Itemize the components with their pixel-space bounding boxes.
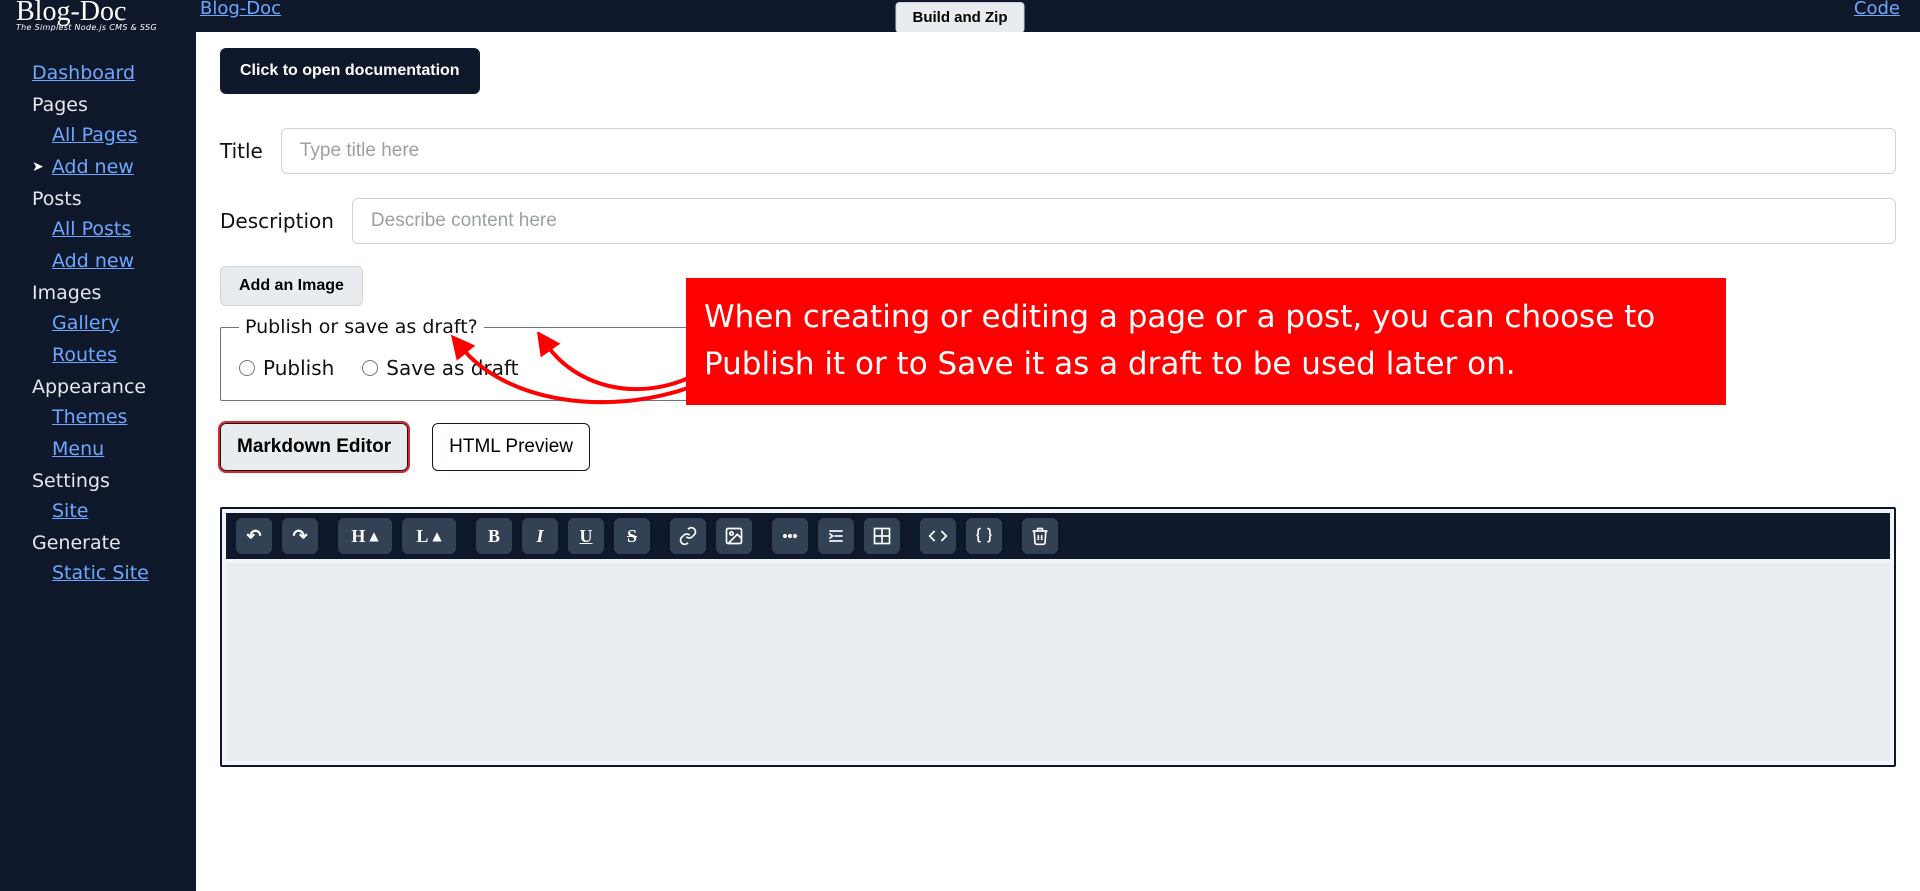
- sidebar-item-themes[interactable]: Themes: [52, 406, 127, 428]
- radio-draft-label[interactable]: Save as draft: [362, 356, 518, 380]
- editor-toolbar: ↶ ↷ H▲ L▲ B I U S: [226, 513, 1890, 559]
- strikethrough-icon[interactable]: S: [614, 518, 650, 554]
- sidebar-section-generate: Generate: [32, 532, 196, 554]
- sidebar-section-appearance: Appearance: [32, 376, 196, 398]
- sidebar-section-images: Images: [32, 282, 196, 304]
- description-input[interactable]: [352, 198, 1896, 244]
- code-icon[interactable]: [920, 518, 956, 554]
- heading-icon[interactable]: H▲: [338, 518, 392, 554]
- tab-markdown-editor[interactable]: Markdown Editor: [220, 423, 408, 471]
- lineheight-icon[interactable]: L▲: [402, 518, 456, 554]
- blogdoc-link[interactable]: Blog-Doc: [200, 0, 281, 19]
- sidebar-item-routes[interactable]: Routes: [52, 344, 117, 366]
- topbar-center: Build and Zip: [896, 2, 1025, 33]
- sidebar-item-gallery[interactable]: Gallery: [52, 312, 120, 334]
- sidebar-item-add-new-page[interactable]: Add new: [52, 156, 134, 178]
- bold-icon[interactable]: B: [476, 518, 512, 554]
- title-label: Title: [220, 139, 263, 163]
- sidebar-item-menu[interactable]: Menu: [52, 438, 104, 460]
- sidebar-section-settings: Settings: [32, 470, 196, 492]
- add-image-button[interactable]: Add an Image: [220, 266, 363, 306]
- sidebar-item-all-pages[interactable]: All Pages: [52, 124, 138, 146]
- underline-icon[interactable]: U: [568, 518, 604, 554]
- brand-logo: Blog-Doc The Simplest Node.js CMS & SSG: [16, 0, 157, 32]
- editor: ↶ ↷ H▲ L▲ B I U S: [220, 507, 1896, 767]
- radio-draft[interactable]: [362, 360, 378, 376]
- image-icon[interactable]: [716, 518, 752, 554]
- sidebar-item-dashboard[interactable]: Dashboard: [32, 62, 135, 84]
- redo-icon[interactable]: ↷: [282, 518, 318, 554]
- sidebar-item-all-posts[interactable]: All Posts: [52, 218, 131, 240]
- radio-publish[interactable]: [239, 360, 255, 376]
- italic-icon[interactable]: I: [522, 518, 558, 554]
- radio-publish-label[interactable]: Publish: [239, 356, 334, 380]
- sidebar-item-add-new-page-row: ➤ Add new: [32, 156, 196, 178]
- sidebar-item-site[interactable]: Site: [52, 500, 88, 522]
- trash-icon[interactable]: [1022, 518, 1058, 554]
- sidebar: Dashboard Pages All Pages ➤ Add new Post…: [0, 32, 196, 891]
- editor-tabs: Markdown Editor HTML Preview: [220, 423, 1896, 471]
- title-input[interactable]: [281, 128, 1896, 174]
- radio-draft-text: Save as draft: [386, 356, 518, 380]
- radio-publish-text: Publish: [263, 356, 334, 380]
- braces-icon[interactable]: [966, 518, 1002, 554]
- table-icon[interactable]: [864, 518, 900, 554]
- brand-tagline: The Simplest Node.js CMS & SSG: [16, 24, 157, 32]
- sidebar-section-pages: Pages: [32, 94, 196, 116]
- undo-icon[interactable]: ↶: [236, 518, 272, 554]
- more-icon[interactable]: [772, 518, 808, 554]
- publish-legend: Publish or save as draft?: [239, 316, 484, 338]
- link-icon[interactable]: [670, 518, 706, 554]
- topbar: Blog-Doc The Simplest Node.js CMS & SSG …: [0, 0, 1920, 32]
- sidebar-item-static-site[interactable]: Static Site: [52, 562, 149, 584]
- build-and-zip-button[interactable]: Build and Zip: [896, 2, 1025, 33]
- main-content: Click to open documentation Title Descri…: [196, 32, 1920, 891]
- pointer-icon: ➤: [32, 159, 44, 175]
- description-label: Description: [220, 209, 334, 233]
- title-row: Title: [220, 128, 1896, 174]
- indent-icon[interactable]: [818, 518, 854, 554]
- annotation-callout: When creating or editing a page or a pos…: [686, 278, 1726, 405]
- open-documentation-button[interactable]: Click to open documentation: [220, 48, 480, 94]
- code-link[interactable]: Code: [1854, 0, 1900, 19]
- sidebar-section-posts: Posts: [32, 188, 196, 210]
- editor-textarea[interactable]: [226, 563, 1890, 761]
- sidebar-item-add-new-post[interactable]: Add new: [52, 250, 134, 272]
- tab-html-preview[interactable]: HTML Preview: [432, 423, 590, 471]
- description-row: Description: [220, 198, 1896, 244]
